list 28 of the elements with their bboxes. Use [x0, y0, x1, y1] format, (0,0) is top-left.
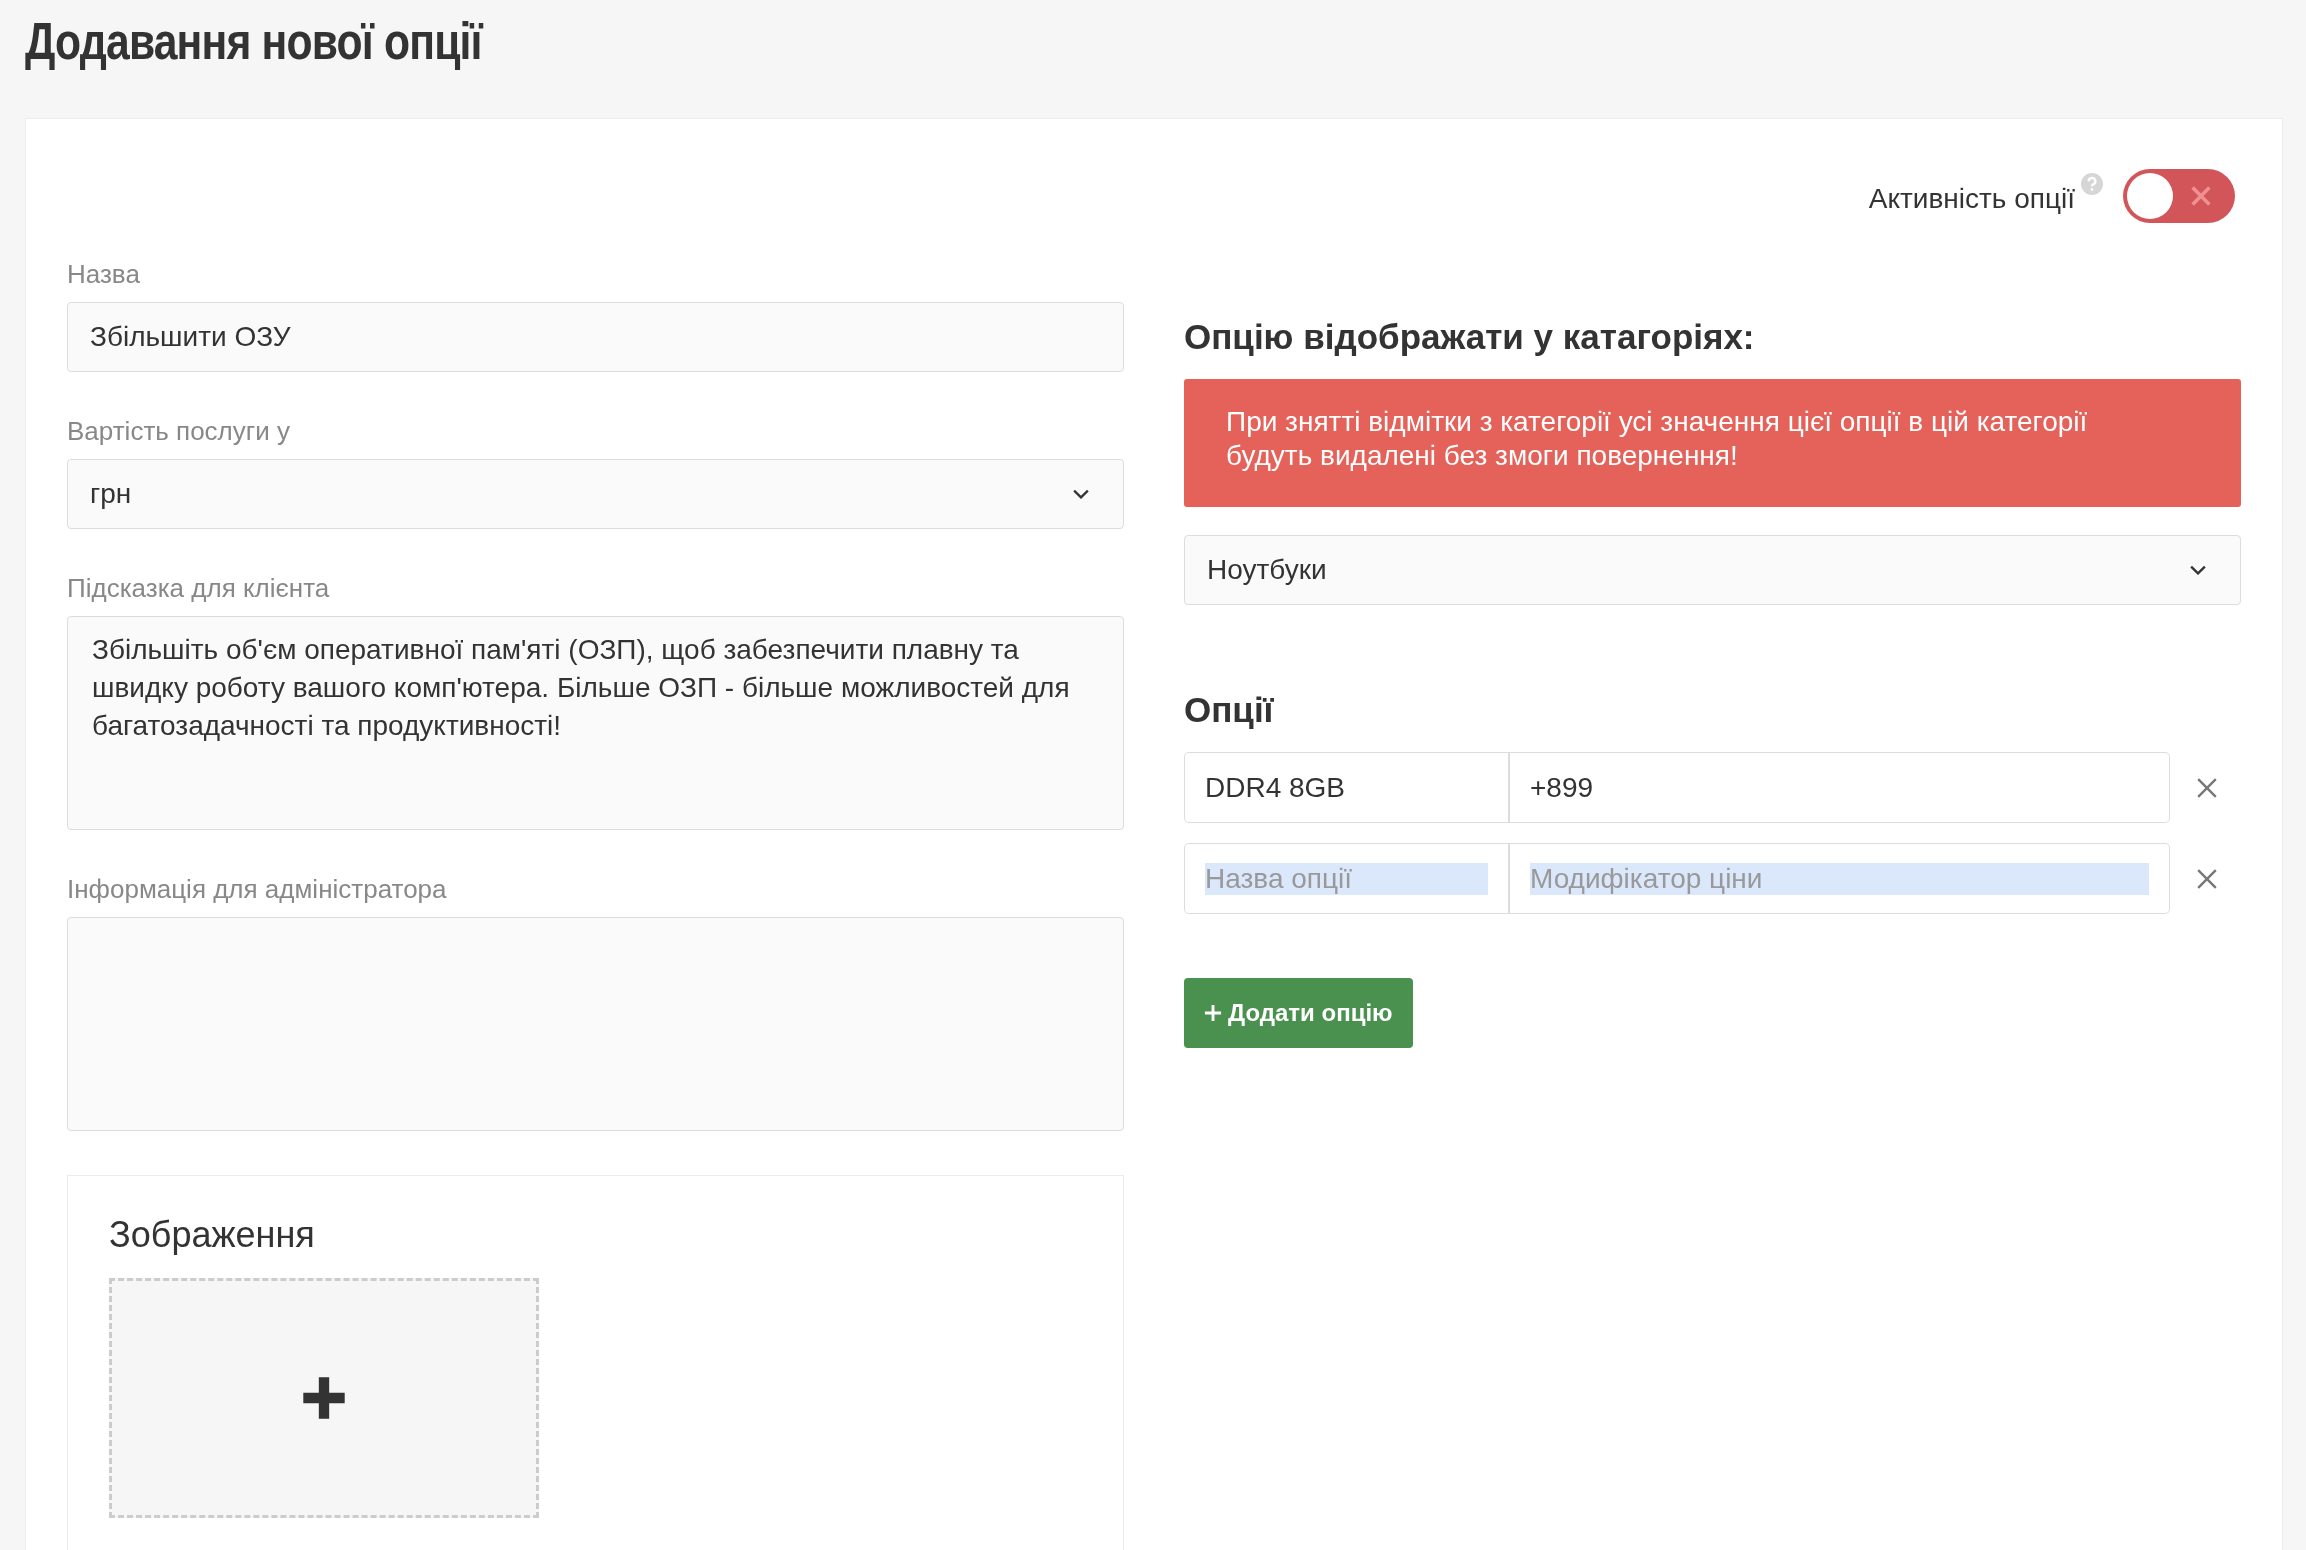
plus-icon: [301, 1375, 347, 1421]
price-modifier-field[interactable]: Модифікатор ціни: [1510, 843, 2170, 914]
cross-icon: [2189, 184, 2213, 208]
chevron-down-icon: [1073, 489, 1089, 499]
section-title: Зображення: [109, 1214, 316, 1256]
option-name-field[interactable]: DDR4 8GB: [1184, 752, 1510, 823]
category-select[interactable]: Ноутбуки: [1184, 535, 2241, 605]
close-icon[interactable]: [2196, 776, 2218, 799]
section-title: Опції: [1184, 690, 1275, 730]
textarea-field[interactable]: [67, 917, 1124, 1131]
field-label: Підсказка для клієнта: [67, 573, 331, 604]
input-field[interactable]: Збільшити ОЗУ: [67, 302, 1124, 372]
textarea-field[interactable]: Збільшіть об'єм оперативної пам'яті (ОЗП), щоб забезпечити плавну та швидку роботу вашого комп'ютера. Більше ОЗП - більше можливостей для багатозадачності та продуктивності!: [67, 616, 1124, 830]
field-label: Інформація для адміністратора: [67, 874, 448, 905]
plus-icon: [1204, 1004, 1222, 1022]
section-title: Опцію відображати у катагоріях:: [1184, 317, 1756, 357]
close-icon[interactable]: [2196, 867, 2218, 890]
activity-label: Активність опції: [1868, 183, 2075, 215]
select-field[interactable]: грн: [67, 459, 1124, 529]
field-label: Назва: [67, 259, 141, 290]
field-label: Вартість послуги у: [67, 416, 291, 447]
activity-toggle[interactable]: [2123, 169, 2235, 223]
price-modifier-field[interactable]: +899: [1510, 752, 2170, 823]
add-option-button[interactable]: Додати опцію: [1184, 978, 1413, 1048]
warning-alert: При знятті відмітки з категорії усі значення цієї опції в цій категорії будуть видалені без змоги повернення!: [1184, 379, 2241, 507]
page-title: Додавання нової опції: [25, 11, 485, 72]
option-name-field[interactable]: Назва опції: [1184, 843, 1510, 914]
chevron-down-icon: [2190, 565, 2206, 575]
